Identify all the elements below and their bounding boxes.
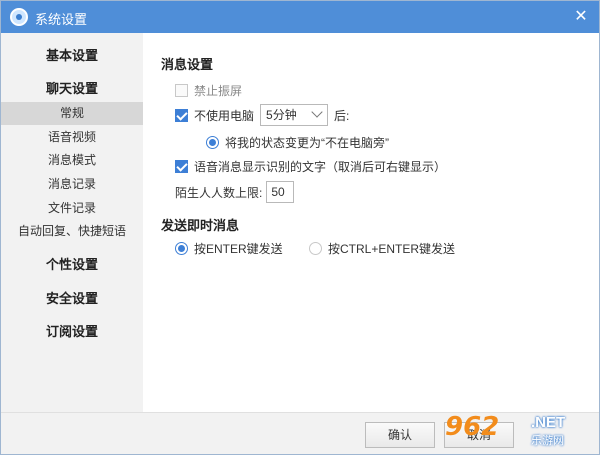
site-watermark: 962 .NET 乐游网 [443, 410, 593, 450]
title-bar[interactable]: 系统设置 ✕ [1, 1, 599, 33]
send-enter-radio[interactable] [175, 242, 188, 255]
idle-duration-value: 5分钟 [266, 108, 297, 122]
confirm-button[interactable]: 确认 [365, 422, 435, 448]
nav-group-basic[interactable]: 基本设置 [1, 45, 143, 64]
sidebar-item-auto-reply[interactable]: 自动回复、快捷短语 [1, 220, 143, 243]
no-disturb-checkbox[interactable] [175, 84, 188, 97]
sidebar-item-message-mode[interactable]: 消息模式 [1, 149, 143, 172]
window-title: 系统设置 [35, 12, 88, 27]
nav-group-chat[interactable]: 聊天设置 [1, 78, 143, 97]
idle-duration-select[interactable]: 5分钟 [260, 104, 329, 126]
settings-window: 系统设置 ✕ 基本设置 聊天设置 常规 语音视频 消息模式 消息记录 文件记录 … [0, 0, 600, 455]
send-enter-option[interactable]: 按ENTER键发送 [175, 240, 283, 257]
watermark-domain: .NET [531, 414, 566, 431]
close-button[interactable]: ✕ [569, 5, 593, 29]
voice-text-option[interactable]: 语音消息显示识别的文字（取消后可右键显示） [175, 158, 446, 175]
voice-text-checkbox[interactable] [175, 160, 188, 173]
sidebar-item-voice-video[interactable]: 语音视频 [1, 126, 143, 149]
message-settings-title: 消息设置 [161, 57, 214, 72]
idle-suffix: 后: [334, 108, 350, 123]
away-status-radio[interactable] [206, 136, 219, 149]
send-ctrl-enter-option[interactable]: 按CTRL+ENTER键发送 [309, 240, 455, 257]
chevron-down-icon [311, 106, 323, 118]
send-ctrl-enter-radio[interactable] [309, 242, 322, 255]
away-status-label: 将我的状态变更为“不在电脑旁” [225, 136, 389, 150]
nav-group-security[interactable]: 安全设置 [1, 288, 143, 307]
idle-label: 不使用电脑 [194, 108, 255, 123]
watermark-site: 乐游网 [531, 435, 564, 447]
send-ctrl-enter-label: 按CTRL+ENTER键发送 [328, 242, 456, 256]
sidebar-item-file-history[interactable]: 文件记录 [1, 197, 143, 220]
stranger-limit-input[interactable]: 50 [266, 181, 295, 203]
voice-text-label: 语音消息显示识别的文字（取消后可右键显示） [194, 160, 447, 174]
watermark-number: 962 [445, 412, 500, 442]
idle-option: 不使用电脑 5分钟 后: [175, 104, 349, 126]
nav-group-personal[interactable]: 个性设置 [1, 254, 143, 273]
app-logo-icon [10, 8, 28, 26]
sidebar-item-message-history[interactable]: 消息记录 [1, 173, 143, 196]
stranger-limit-option: 陌生人人数上限: 50 [175, 181, 295, 203]
nav-group-subscription[interactable]: 订阅设置 [1, 321, 143, 340]
settings-content: 消息设置 禁止振屏 不使用电脑 5分钟 后: 将我的状态变更为“不在电脑旁” 语… [143, 33, 599, 412]
away-status-option[interactable]: 将我的状态变更为“不在电脑旁” [206, 134, 389, 151]
idle-checkbox[interactable] [175, 108, 188, 122]
sidebar-item-general[interactable]: 常规 [1, 102, 143, 125]
stranger-limit-label: 陌生人人数上限: [175, 185, 263, 200]
settings-sidebar: 基本设置 聊天设置 常规 语音视频 消息模式 消息记录 文件记录 自动回复、快捷… [1, 33, 143, 412]
no-disturb-label: 禁止振屏 [194, 84, 243, 98]
dialog-footer: 确认 取消 962 .NET 乐游网 [1, 412, 599, 454]
send-enter-label: 按ENTER键发送 [194, 242, 283, 256]
no-disturb-option[interactable]: 禁止振屏 [175, 82, 242, 99]
send-message-title: 发送即时消息 [161, 218, 240, 233]
